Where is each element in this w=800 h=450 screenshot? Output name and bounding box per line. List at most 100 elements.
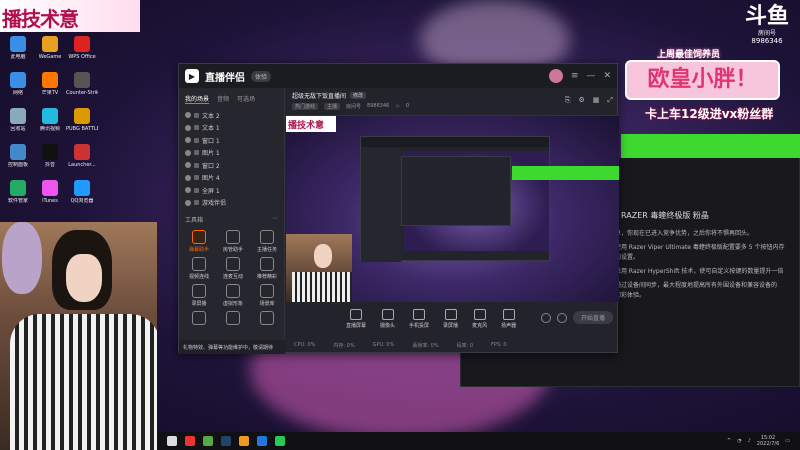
share-icon[interactable]: ⎘ [565, 96, 571, 105]
toolbox-item[interactable]: 主播任务 [251, 230, 283, 253]
desktop-icon[interactable]: iTunes [34, 180, 66, 216]
toolbox-item[interactable]: 推荐精彩 [251, 257, 283, 280]
user-avatar[interactable] [548, 69, 563, 83]
room-category[interactable]: 热门游戏 [292, 103, 319, 110]
eye-icon[interactable] [185, 162, 191, 169]
settings-gear-icon[interactable] [556, 312, 567, 323]
desktop-icon[interactable]: 控制面板 [2, 144, 34, 180]
toolbox-item[interactable] [217, 311, 249, 327]
scene-item[interactable]: 游戏伴侣 [185, 197, 278, 210]
steam-icon[interactable] [221, 436, 231, 446]
control-label: 录屏播 [443, 323, 459, 329]
toolbox-item[interactable] [251, 311, 283, 327]
desktop-icon[interactable]: Launcher... [66, 144, 98, 180]
fullscreen-icon[interactable]: ⤢ [607, 96, 613, 105]
scene-item[interactable]: 文本 1 [185, 122, 278, 135]
desktop-icon[interactable]: WeGame [34, 36, 66, 72]
tab-scenes[interactable]: 我的场景 [185, 94, 210, 104]
live-companion-window[interactable]: ▶ 直播伴侣 体验 ≡ — ✕ 我的场景 音频 可选场 文本 2 文本 1 窗口 1… [178, 63, 619, 354]
settings-icon[interactable]: ⚙ [578, 96, 584, 105]
scene-label: 图片 1 [202, 150, 220, 158]
lock-icon[interactable] [194, 125, 199, 131]
desktop-icon-label: QQ浏览器 [70, 198, 94, 204]
clock[interactable]: 15:02 2022/7/6 [757, 435, 779, 447]
notification-icon[interactable]: ▭ [785, 438, 790, 444]
eye-icon[interactable] [185, 112, 191, 119]
scene-item[interactable]: 窗口 1 [185, 134, 278, 147]
eye-icon[interactable] [185, 187, 191, 194]
toolbox-item[interactable]: 弹幕助手 [183, 230, 215, 253]
eye-icon[interactable] [185, 174, 191, 181]
desktop-icon[interactable]: QQ浏览器 [66, 180, 98, 216]
desktop-icon[interactable]: Counter-Strike Global Off... [66, 72, 98, 108]
record-icon[interactable] [540, 312, 551, 323]
scene-item[interactable]: 文本 2 [185, 109, 278, 122]
toolbox-item[interactable]: 虚拟形象 [217, 284, 249, 307]
toolbox-item[interactable]: 视频连线 [183, 257, 215, 280]
source-control[interactable]: 直播屏幕 [346, 309, 366, 329]
app-titlebar[interactable]: ▶ 直播伴侣 体验 ≡ — ✕ [179, 64, 617, 88]
desktop-icon[interactable]: 软件管家 [2, 180, 34, 216]
lock-icon[interactable] [194, 175, 199, 181]
circle-icon[interactable] [167, 436, 177, 446]
source-control[interactable]: 摄像头 [380, 309, 395, 329]
start-live-button[interactable]: 开始直播 [572, 311, 613, 324]
toolbox-item[interactable]: 场景库 [251, 284, 283, 307]
weibo-icon[interactable] [185, 436, 195, 446]
eye-icon[interactable] [185, 124, 191, 131]
scene-label: 游戏伴侣 [202, 200, 227, 208]
scene-item[interactable]: 窗口 2 [185, 159, 278, 172]
chrome-icon[interactable] [203, 436, 213, 446]
lock-icon[interactable] [194, 137, 199, 143]
tray-chevron-icon[interactable]: ^ [727, 438, 731, 444]
room-subcategory[interactable]: 主播 [324, 103, 341, 110]
app-blue-icon[interactable] [257, 436, 267, 446]
close-icon[interactable]: ✕ [603, 71, 611, 81]
desktop-icon[interactable]: 抖音 [34, 144, 66, 180]
tool-icon [226, 230, 240, 244]
menu-icon[interactable]: ≡ [571, 71, 579, 81]
green-header-bar [621, 134, 800, 158]
source-control[interactable]: 录屏播 [443, 309, 458, 329]
source-control[interactable]: 麦克风 [472, 309, 487, 329]
lock-icon[interactable] [194, 150, 199, 156]
scene-item[interactable]: 图片 4 [185, 172, 278, 185]
scene-item[interactable]: 全屏 1 [185, 184, 278, 197]
desktop-icon[interactable]: 腾讯视频 [34, 108, 66, 144]
toolbox-item[interactable]: 房管助手 [217, 230, 249, 253]
promo-line1: 上周最佳饲养员 [657, 50, 721, 60]
desktop-icon[interactable]: 此电脑 [2, 36, 34, 72]
tab-audio[interactable]: 音频 [217, 94, 229, 104]
desktop-icon[interactable]: 回收站 [2, 108, 34, 144]
desktop-icon[interactable]: 芒果TV [34, 72, 66, 108]
source-control[interactable]: 扬声器 [501, 309, 516, 329]
app-orange-icon[interactable] [239, 436, 249, 446]
volume-icon[interactable]: ♪ [748, 438, 751, 444]
status-item: 内存: 0% [333, 342, 355, 349]
source-control[interactable]: 手机投屏 [409, 309, 429, 329]
control-icon [502, 309, 515, 320]
eye-icon[interactable] [185, 199, 191, 206]
lock-icon[interactable] [194, 200, 199, 206]
toolbox-item[interactable] [183, 311, 215, 327]
tab-optional[interactable]: 可选场 [237, 94, 255, 104]
scene-item[interactable]: 图片 1 [185, 147, 278, 160]
desktop-icon[interactable]: 网络 [2, 72, 34, 108]
eye-icon[interactable] [185, 149, 191, 156]
control-label: 直播屏幕 [346, 323, 367, 329]
spotify-icon[interactable] [275, 436, 285, 446]
layout-icon[interactable]: ▦ [593, 96, 600, 105]
eye-icon[interactable] [185, 137, 191, 144]
more-icon[interactable]: ⋯ [272, 215, 278, 224]
lock-icon[interactable] [194, 112, 199, 118]
lock-icon[interactable] [194, 187, 199, 193]
stream-preview[interactable]: 播技术意 [286, 116, 619, 302]
desktop-icon[interactable]: PUBG BATTLEGR... [66, 108, 98, 144]
minimize-icon[interactable]: — [586, 71, 595, 81]
wifi-icon[interactable]: ◔ [737, 438, 741, 444]
desktop-icon[interactable]: WPS Office [66, 36, 98, 72]
toolbox-item[interactable]: 录屏播 [183, 284, 215, 307]
edit-room-button[interactable]: 修改 [350, 92, 367, 99]
toolbox-item[interactable]: 连麦互动 [217, 257, 249, 280]
lock-icon[interactable] [194, 162, 199, 168]
